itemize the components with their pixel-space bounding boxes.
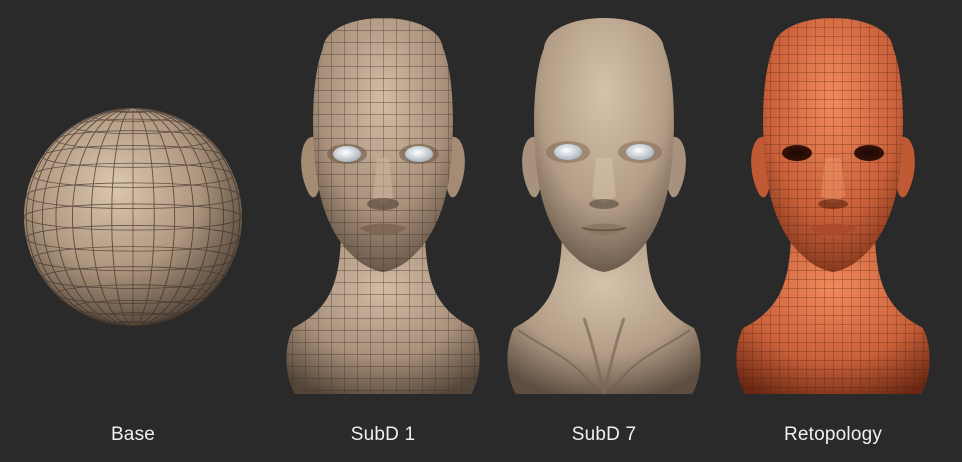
base-sphere — [24, 108, 242, 326]
label-retopology: Retopology — [783, 424, 883, 445]
label-subd7: SubD 7 — [571, 424, 637, 445]
retopology-head — [736, 18, 930, 394]
right-eye-socket-icon — [854, 145, 884, 161]
left-eye-icon — [333, 146, 361, 162]
left-eye-socket-icon — [782, 145, 812, 161]
subd7-head — [507, 18, 701, 395]
comparison-figure: Base SubD 1 SubD 7 Retopology — [0, 0, 962, 462]
label-base: Base — [110, 424, 156, 445]
right-eye-icon — [405, 146, 433, 162]
left-eye-icon — [554, 144, 582, 160]
label-subd1: SubD 1 — [350, 424, 416, 445]
right-eye-icon — [626, 144, 654, 160]
model-renders — [24, 18, 930, 395]
subd1-head — [286, 18, 480, 394]
